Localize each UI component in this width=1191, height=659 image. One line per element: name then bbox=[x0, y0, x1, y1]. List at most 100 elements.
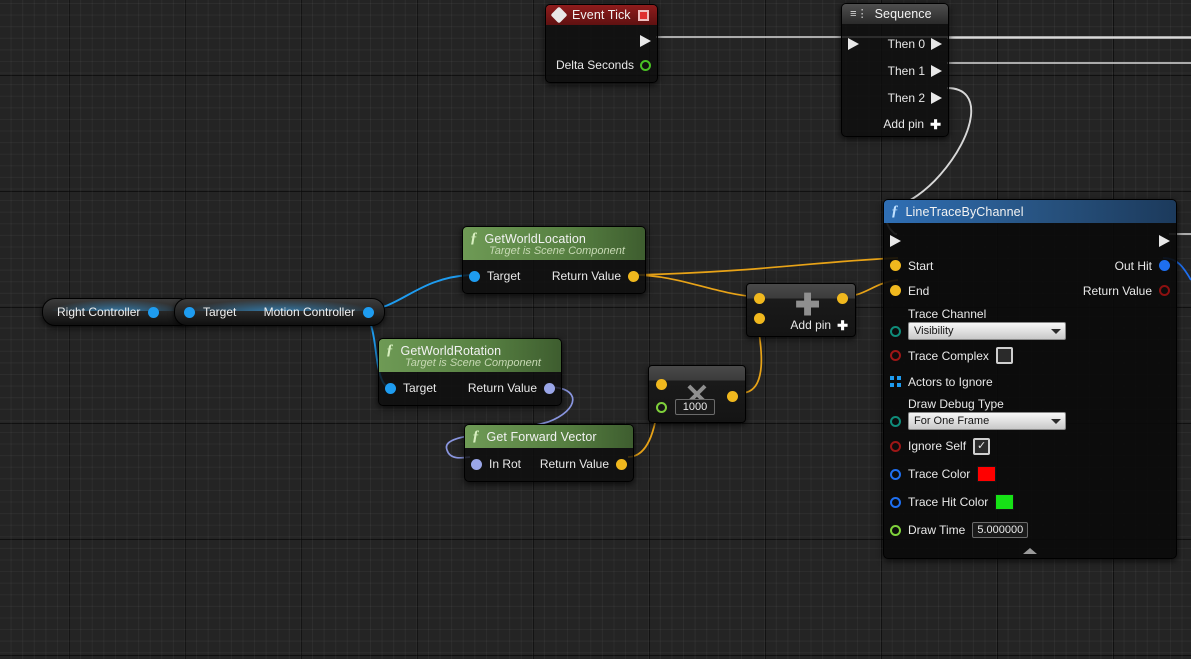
pin-row-exec-out[interactable] bbox=[546, 29, 657, 53]
trace-channel-dropdown[interactable]: Visibility bbox=[908, 322, 1066, 340]
rotator-in-pin-icon[interactable] bbox=[471, 459, 482, 470]
pin-row-draw-time[interactable]: Draw Time 5.000000 bbox=[884, 516, 1176, 544]
node-subtitle: Target is Scene Component bbox=[379, 357, 561, 372]
object-out-pin-icon[interactable] bbox=[363, 307, 374, 318]
vector-out-pin-icon[interactable] bbox=[616, 459, 627, 470]
add-input-a-pin-icon[interactable] bbox=[754, 293, 765, 304]
target-in-pin-icon[interactable] bbox=[184, 307, 195, 318]
node-get-world-location[interactable]: ƒ GetWorldLocation Target is Scene Compo… bbox=[462, 226, 646, 294]
add-pin-button[interactable]: Add pin ✚ bbox=[790, 318, 855, 332]
multiply-input-b-pin-icon[interactable] bbox=[656, 402, 667, 413]
variable-label: Motion Controller bbox=[264, 305, 355, 319]
pin-row-start[interactable]: Start Out Hit bbox=[884, 253, 1176, 278]
field-label: Actors to Ignore bbox=[908, 375, 993, 389]
trace-hit-color-swatch[interactable] bbox=[995, 494, 1014, 510]
collapse-node-button[interactable] bbox=[1023, 548, 1037, 554]
node-multiply[interactable]: ✕ 1000 bbox=[648, 365, 746, 423]
add-input-b-pin-icon[interactable] bbox=[754, 313, 765, 324]
pin-label: Then 2 bbox=[888, 91, 925, 105]
multiply-value-input[interactable]: 1000 bbox=[675, 399, 715, 415]
draw-time-pin-icon[interactable] bbox=[890, 525, 901, 536]
ignore-self-pin-icon[interactable] bbox=[890, 441, 901, 452]
node-body: Start Out Hit End Return Value bbox=[884, 223, 1176, 558]
pin-label: Return Value bbox=[540, 457, 609, 471]
node-right-controller[interactable]: Right Controller bbox=[42, 298, 192, 326]
add-pin-button[interactable]: Add pin ✚ bbox=[842, 117, 948, 131]
pin-label: In Rot bbox=[489, 457, 521, 471]
return-value-pin-icon[interactable] bbox=[1159, 285, 1170, 296]
pin-label: Start bbox=[908, 259, 933, 273]
red-square-icon[interactable] bbox=[638, 10, 649, 21]
ignore-self-checkbox[interactable]: ✓ bbox=[973, 438, 990, 455]
start-in-pin-icon[interactable] bbox=[890, 260, 901, 271]
node-get-world-rotation[interactable]: ƒ GetWorldRotation Target is Scene Compo… bbox=[378, 338, 562, 406]
exec-out-pin-icon[interactable] bbox=[1159, 235, 1170, 247]
field-label: Trace Complex bbox=[908, 349, 989, 363]
chevron-down-icon[interactable] bbox=[1051, 419, 1061, 424]
trace-channel-pin-icon[interactable] bbox=[890, 326, 901, 337]
chevron-down-icon[interactable] bbox=[1051, 329, 1061, 334]
pin-row-draw-debug-type[interactable]: Draw Debug Type For One Frame bbox=[884, 394, 1176, 432]
exec-out-pin-icon[interactable] bbox=[931, 38, 942, 50]
node-title: Get Forward Vector bbox=[487, 430, 597, 444]
variable-label: Right Controller bbox=[57, 305, 140, 319]
pin-row-trace-color[interactable]: Trace Color bbox=[884, 460, 1176, 488]
pin-row-then-1[interactable]: Then 1 bbox=[842, 57, 948, 84]
exec-out-pin-icon[interactable] bbox=[931, 92, 942, 104]
function-f-icon: ƒ bbox=[891, 203, 899, 220]
exec-out-pin-icon[interactable] bbox=[640, 35, 651, 47]
pin-row-ignore-self[interactable]: Ignore Self ✓ bbox=[884, 432, 1176, 460]
pin-row-trace-hit-color[interactable]: Trace Hit Color bbox=[884, 488, 1176, 516]
node-event-tick[interactable]: Event Tick Delta Seconds bbox=[545, 4, 658, 83]
node-sequence[interactable]: ≡⋮ Sequence Then 0 Then 1 bbox=[841, 3, 949, 137]
field-label: Trace Color bbox=[908, 467, 970, 481]
multiply-output-pin-icon[interactable] bbox=[727, 391, 738, 402]
plus-icon[interactable]: ✚ bbox=[930, 118, 941, 131]
exec-out-pin-icon[interactable] bbox=[931, 65, 942, 77]
node-title: LineTraceByChannel bbox=[906, 205, 1024, 219]
pin-row-actors-to-ignore[interactable]: Actors to Ignore bbox=[884, 369, 1176, 394]
array-pin-icon[interactable] bbox=[890, 376, 901, 387]
pin-row-target[interactable]: Target Return Value bbox=[463, 264, 645, 288]
node-title: GetWorldLocation bbox=[485, 232, 586, 246]
object-out-pin-icon[interactable] bbox=[148, 307, 159, 318]
trace-hit-color-pin-icon[interactable] bbox=[890, 497, 901, 508]
target-in-pin-icon[interactable] bbox=[385, 383, 396, 394]
out-hit-pin-icon[interactable] bbox=[1159, 260, 1170, 271]
field-label: Draw Debug Type bbox=[908, 397, 1066, 411]
pin-row-then-2[interactable]: Then 2 bbox=[842, 84, 948, 111]
draw-time-input[interactable]: 5.000000 bbox=[972, 522, 1028, 538]
trace-complex-pin-icon[interactable] bbox=[890, 350, 901, 361]
draw-debug-type-dropdown[interactable]: For One Frame bbox=[908, 412, 1066, 430]
pin-row-target[interactable]: Target Return Value bbox=[379, 376, 561, 400]
node-header: ƒ LineTraceByChannel bbox=[884, 200, 1176, 223]
sequence-icon: ≡⋮ bbox=[850, 7, 868, 21]
pin-row-in-rot[interactable]: In Rot Return Value bbox=[465, 452, 633, 476]
add-output-pin-icon[interactable] bbox=[837, 293, 848, 304]
node-get-forward-vector[interactable]: ƒ Get Forward Vector In Rot Return Value bbox=[464, 424, 634, 482]
exec-in-pin-icon[interactable] bbox=[848, 38, 859, 50]
target-in-pin-icon[interactable] bbox=[469, 271, 480, 282]
exec-in-pin-icon[interactable] bbox=[890, 235, 901, 247]
pin-row-delta-seconds[interactable]: Delta Seconds bbox=[546, 53, 657, 77]
trace-color-pin-icon[interactable] bbox=[890, 469, 901, 480]
pin-row-trace-channel[interactable]: Trace Channel Visibility bbox=[884, 303, 1176, 342]
trace-color-swatch[interactable] bbox=[977, 466, 996, 482]
pin-row-exec[interactable] bbox=[884, 229, 1176, 253]
end-in-pin-icon[interactable] bbox=[890, 285, 901, 296]
blueprint-graph-canvas[interactable]: Event Tick Delta Seconds ≡⋮ Sequence bbox=[0, 0, 1191, 659]
node-add[interactable]: ✚ Add pin ✚ bbox=[746, 283, 856, 337]
draw-debug-type-pin-icon[interactable] bbox=[890, 416, 901, 427]
trace-complex-checkbox[interactable] bbox=[996, 347, 1013, 364]
pin-row-then-0[interactable]: Then 0 bbox=[842, 30, 948, 57]
float-out-pin-icon[interactable] bbox=[640, 60, 651, 71]
node-line-trace-by-channel[interactable]: ƒ LineTraceByChannel Start Out Hit bbox=[883, 199, 1177, 559]
vector-out-pin-icon[interactable] bbox=[628, 271, 639, 282]
plus-small-icon[interactable]: ✚ bbox=[837, 319, 848, 332]
pin-row-trace-complex[interactable]: Trace Complex bbox=[884, 342, 1176, 369]
multiply-input-a-pin-icon[interactable] bbox=[656, 379, 667, 390]
node-header: ƒ GetWorldLocation bbox=[463, 227, 645, 247]
pin-row-end[interactable]: End Return Value bbox=[884, 278, 1176, 303]
node-motion-controller[interactable]: Target Motion Controller bbox=[174, 298, 385, 326]
rotator-out-pin-icon[interactable] bbox=[544, 383, 555, 394]
